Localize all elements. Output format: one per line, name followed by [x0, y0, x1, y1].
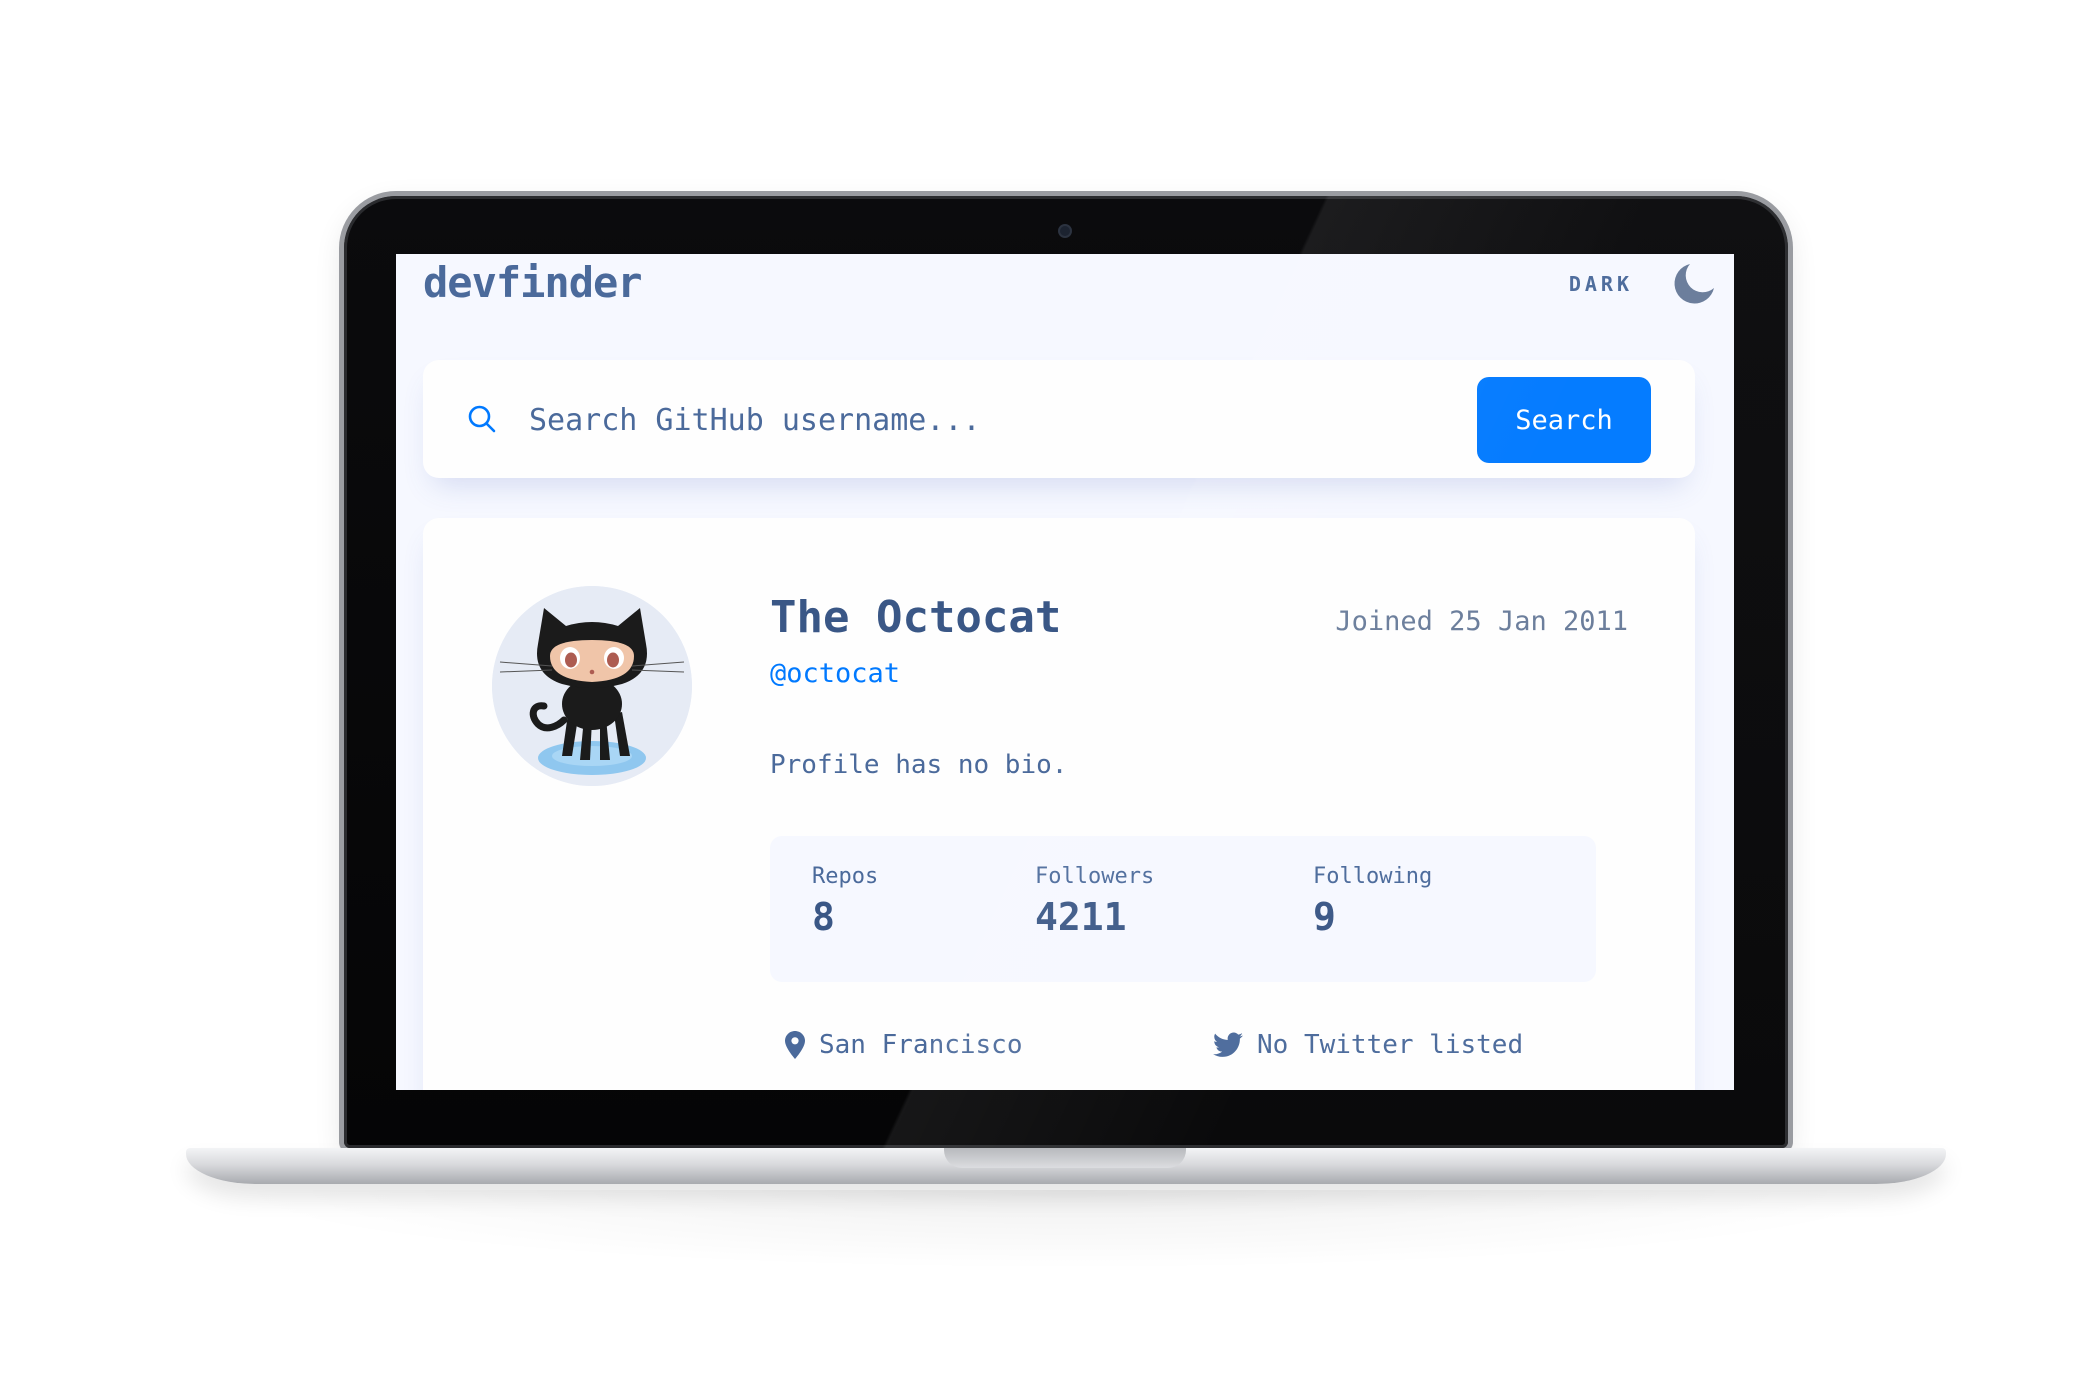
profile-login-link[interactable]: @octocat	[770, 658, 900, 689]
search-input[interactable]	[527, 388, 1411, 452]
stat-value: 4211	[1035, 895, 1127, 939]
joined-date: Joined 25 Jan 2011	[1335, 606, 1628, 637]
stat-followers: Followers 4211	[1035, 864, 1154, 939]
stats-panel: Repos 8 Followers 4211 Following 9	[770, 836, 1596, 982]
app-header: devfinder DARK	[423, 254, 1714, 314]
twitter-link: No Twitter listed	[1213, 1030, 1523, 1060]
laptop-shadow	[220, 1190, 1920, 1270]
stat-label: Repos	[812, 864, 879, 889]
app-logo: devfinder	[423, 258, 643, 307]
webcam	[1060, 226, 1070, 236]
laptop-mockup-scene: devfinder DARK Search GitHub username...…	[0, 0, 2100, 1400]
twitter-text: No Twitter listed	[1257, 1030, 1524, 1060]
avatar	[492, 586, 692, 786]
search-button[interactable]: Search	[1477, 377, 1651, 463]
profile-name: The Octocat	[770, 592, 1062, 643]
stat-following: Following 9	[1313, 864, 1432, 939]
theme-toggle-label: DARK	[1568, 272, 1633, 296]
laptop-screen: devfinder DARK Search GitHub username...…	[396, 254, 1734, 1090]
profile-card: The Octocat Joined 25 Jan 2011 @octocat …	[423, 518, 1695, 1090]
search-icon	[468, 405, 496, 433]
profile-bio: Profile has no bio.	[770, 750, 1068, 780]
stat-value: 8	[812, 895, 835, 939]
location-link: San Francisco	[785, 1030, 1023, 1060]
location-text: San Francisco	[819, 1030, 1023, 1060]
laptop-lid: devfinder DARK Search GitHub username...…	[344, 196, 1788, 1148]
stat-label: Following	[1313, 864, 1433, 889]
stat-label: Followers	[1035, 864, 1155, 889]
laptop-hinge-notch	[944, 1148, 1186, 1168]
stat-value: 9	[1313, 895, 1336, 939]
search-bar: Search	[423, 360, 1695, 478]
stat-repos: Repos 8	[812, 864, 878, 939]
location-pin-icon	[785, 1031, 805, 1059]
twitter-icon	[1213, 1032, 1243, 1057]
octocat-avatar-image	[492, 586, 692, 786]
theme-toggle[interactable]: DARK	[1569, 254, 1717, 314]
moon-icon	[1674, 264, 1714, 304]
